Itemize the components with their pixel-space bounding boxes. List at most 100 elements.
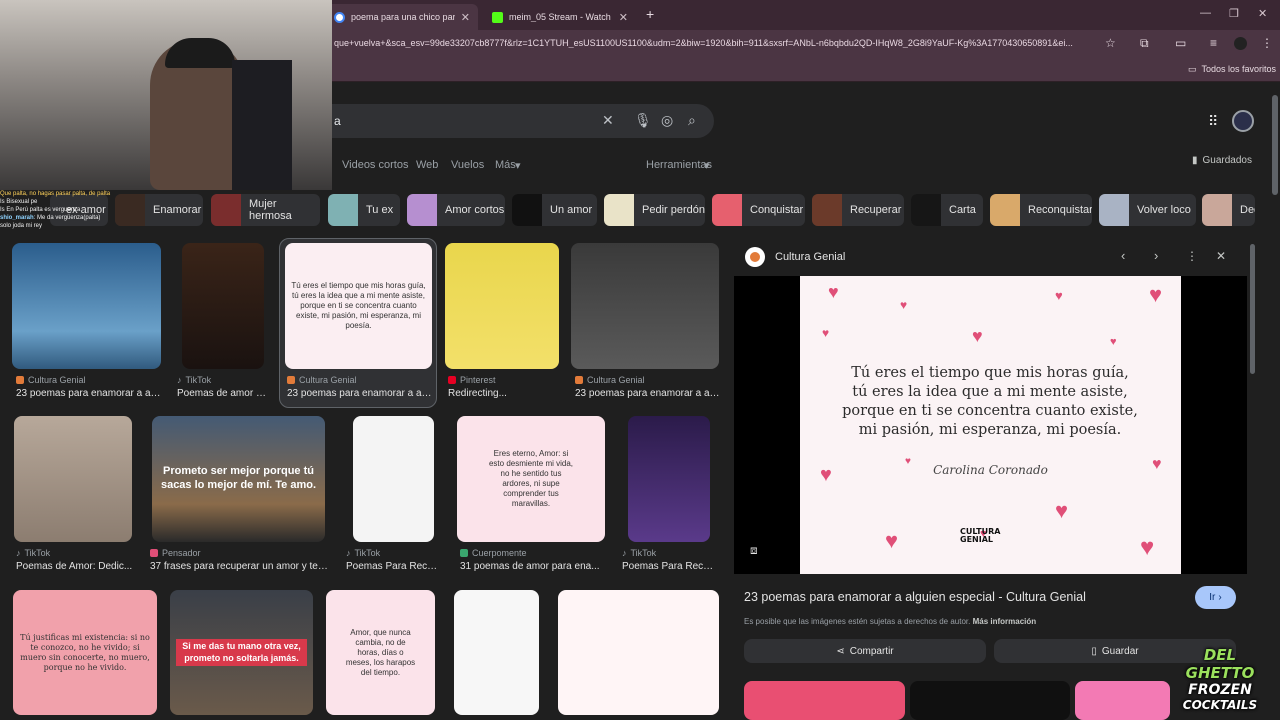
result-image[interactable]: [571, 243, 719, 369]
star-icon[interactable]: ☆: [1105, 36, 1116, 50]
search-icon[interactable]: ⌕: [688, 112, 696, 129]
panel-title[interactable]: 23 poemas para enamorar a alguien especi…: [744, 590, 1086, 604]
tab-more[interactable]: Más: [495, 159, 516, 171]
maximize-icon[interactable]: ❐: [1229, 7, 1239, 20]
lens-search-icon[interactable]: ⧈: [750, 543, 758, 558]
result-title[interactable]: 23 poemas para enamorar a al...: [575, 388, 720, 399]
result-image[interactable]: Tú eres el tiempo que mis horas guía, tú…: [285, 243, 432, 369]
all-bookmarks[interactable]: ▭ Todos los favoritos: [1188, 64, 1276, 75]
minimize-icon[interactable]: —: [1200, 7, 1211, 19]
chip-tu-ex[interactable]: Tu ex: [328, 194, 400, 226]
more-icon[interactable]: ⋮: [1186, 249, 1198, 263]
account-avatar[interactable]: [1232, 110, 1254, 132]
more-info-link[interactable]: Más información: [973, 617, 1037, 626]
result-image[interactable]: [454, 590, 539, 715]
source-label: Cultura Genial: [299, 375, 357, 385]
saved-link[interactable]: ▮ Guardados: [1192, 155, 1252, 166]
result-image[interactable]: [558, 590, 719, 715]
apps-icon[interactable]: ⠿: [1208, 113, 1218, 130]
cast-icon[interactable]: ▭: [1175, 36, 1186, 50]
result-image[interactable]: Eres eterno, Amor: si esto desmiente mi …: [457, 416, 605, 542]
result-title[interactable]: Poemas Para Recu...: [622, 561, 717, 572]
all-bookmarks-label: Todos los favoritos: [1201, 64, 1277, 74]
result-title[interactable]: 23 poemas para enamorar a al...: [16, 388, 161, 399]
logo-line: DEL GHETTO: [1185, 646, 1255, 682]
chair: [232, 60, 292, 190]
related-image[interactable]: [1075, 681, 1170, 720]
chat-line: solo joda mi rey: [0, 223, 43, 229]
visit-button[interactable]: Ir ›: [1195, 586, 1236, 609]
chip-conquistar[interactable]: Conquistar: [712, 194, 805, 226]
chip-mujer-hermosa[interactable]: Mujer hermosa: [211, 194, 320, 226]
url-field[interactable]: que+vuelva+&sca_esv=99de33207cb8777f&rlz…: [334, 38, 1094, 48]
chip-un-amor[interactable]: Un amor: [512, 194, 597, 226]
chip-dec[interactable]: Dec: [1202, 194, 1255, 226]
panel-scrollbar[interactable]: [1250, 244, 1255, 374]
share-button[interactable]: ⋖ Compartir: [744, 639, 986, 663]
chip-label: Dec: [1240, 204, 1255, 216]
tab-flights[interactable]: Vuelos: [451, 159, 484, 171]
close-window-icon[interactable]: ✕: [1258, 7, 1267, 20]
next-icon[interactable]: ›: [1154, 248, 1158, 263]
lens-icon[interactable]: ◎: [661, 112, 673, 129]
thumb-text: Tú justificas mi existencia: si no te co…: [20, 632, 150, 672]
result-image[interactable]: Amor, que nunca cambia, no de horas, día…: [326, 590, 435, 715]
bookmark-icon: ▯: [1091, 645, 1097, 657]
heart-icon: ♥: [1055, 498, 1069, 523]
tab-search[interactable]: poema para una chico para que ✕: [326, 4, 478, 30]
tools-button[interactable]: Herramientas: [646, 159, 712, 171]
kick-icon: [492, 11, 503, 23]
page-scrollbar[interactable]: [1272, 95, 1278, 195]
result-title[interactable]: 31 poemas de amor para ena...: [460, 561, 605, 572]
search-box[interactable]: [300, 104, 714, 138]
result-image[interactable]: Si me das tu mano otra vez, prometo no s…: [170, 590, 313, 715]
profile-avatar[interactable]: [1234, 37, 1247, 50]
chip-reconquistar[interactable]: Reconquistar: [990, 194, 1092, 226]
thumb-text: Si me das tu mano otra vez, prometo no s…: [176, 639, 307, 666]
heart-icon: ♥: [828, 282, 839, 302]
chip-pedir-perdon[interactable]: Pedir perdón: [604, 194, 705, 226]
mic-icon[interactable]: 🎙: [634, 112, 652, 129]
related-image[interactable]: [744, 681, 905, 720]
prev-icon[interactable]: ‹: [1121, 248, 1125, 263]
notice-text: Es posible que las imágenes estén sujeta…: [744, 617, 971, 626]
chip-volver-loco[interactable]: Volver loco: [1099, 194, 1196, 226]
extensions-icon[interactable]: ⧉: [1140, 36, 1149, 51]
chip-amor-cortos[interactable]: Amor cortos: [407, 194, 505, 226]
close-tab-icon[interactable]: ✕: [619, 11, 628, 24]
result-title[interactable]: Poemas Para Reco...: [346, 561, 438, 572]
search-input[interactable]: a: [334, 114, 341, 128]
tab-short-videos[interactable]: Videos cortos: [342, 159, 408, 171]
close-tab-icon[interactable]: ✕: [461, 11, 470, 24]
result-title[interactable]: Redirecting...: [448, 388, 558, 399]
tab-stream[interactable]: meim_05 Stream - Watch Live on ✕: [484, 4, 636, 30]
source-label: Cultura Genial: [587, 375, 645, 385]
copyright-notice: Es posible que las imágenes estén sujeta…: [744, 617, 1036, 626]
result-title[interactable]: 37 frases para recuperar un amor y ten..…: [150, 561, 328, 572]
chip-recuperar[interactable]: Recuperar: [812, 194, 904, 226]
clear-icon[interactable]: ✕: [602, 112, 614, 129]
result-image[interactable]: Tú justificas mi existencia: si no te co…: [13, 590, 157, 715]
result-image[interactable]: [445, 243, 559, 369]
media-icon[interactable]: ≡: [1210, 36, 1217, 50]
result-image[interactable]: [353, 416, 434, 542]
source-label: Cuerpomente: [472, 548, 527, 558]
result-title[interactable]: Poemas de amor y...: [177, 388, 267, 399]
chip-label: Recuperar: [850, 204, 902, 216]
heart-icon: ♥: [1140, 534, 1155, 561]
chip-thumb: [604, 194, 634, 226]
close-panel-icon[interactable]: ✕: [1216, 249, 1226, 263]
related-image[interactable]: [910, 681, 1070, 720]
result-title[interactable]: Poemas de Amor: Dedic...: [16, 561, 136, 572]
chip-carta[interactable]: Carta: [911, 194, 983, 226]
result-title[interactable]: 23 poemas para enamorar a al...: [287, 388, 432, 399]
result-image[interactable]: [14, 416, 132, 542]
poem-line: Tú eres el tiempo que mis horas guía,: [851, 365, 1129, 381]
new-tab-button[interactable]: +: [646, 6, 654, 22]
save-label: Guardar: [1101, 645, 1139, 657]
tab-web[interactable]: Web: [416, 159, 438, 171]
panel-site-name[interactable]: Cultura Genial: [775, 251, 845, 263]
result-image[interactable]: [628, 416, 710, 542]
menu-icon[interactable]: ⋮: [1261, 36, 1273, 50]
result-image[interactable]: Prometo ser mejor porque tú sacas lo mej…: [152, 416, 325, 542]
